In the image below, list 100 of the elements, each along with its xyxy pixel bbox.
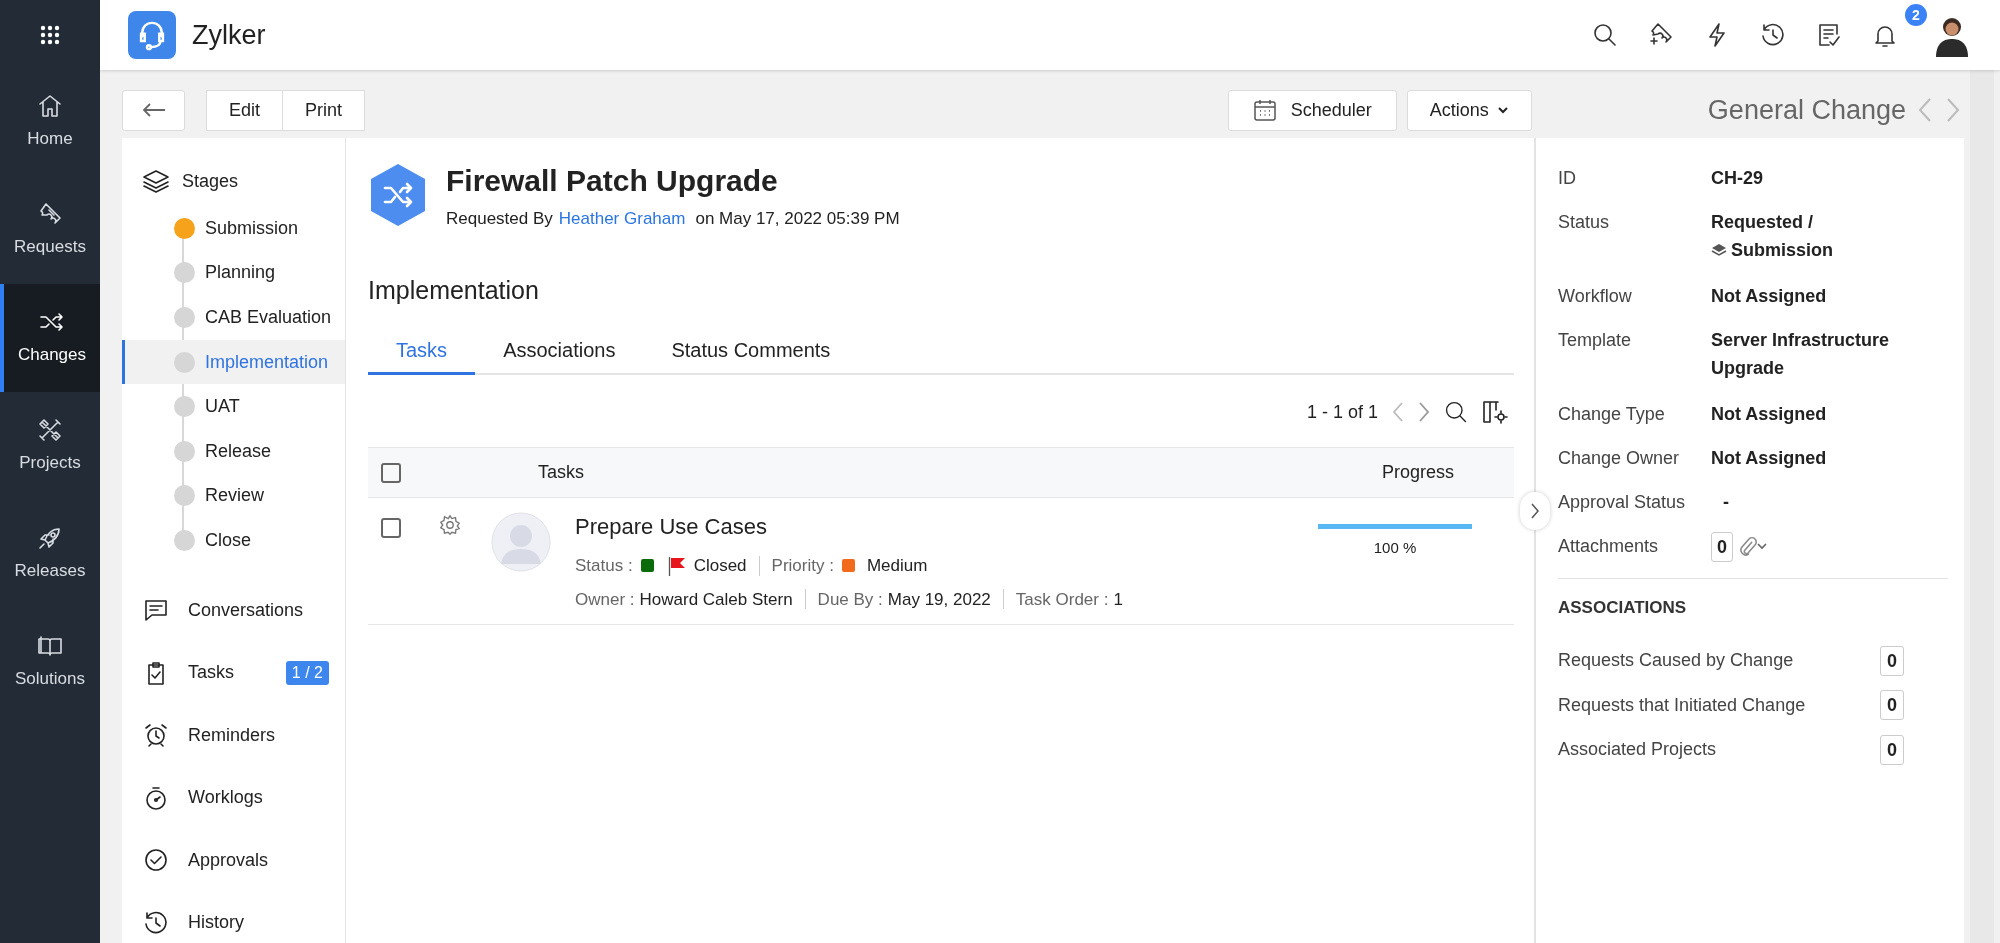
stage-item[interactable]: Planning xyxy=(122,250,345,296)
detail-value: Not Assigned xyxy=(1711,285,1828,308)
back-button[interactable] xyxy=(122,89,185,131)
due-label: Due By : xyxy=(817,588,883,611)
check-circle-icon xyxy=(142,846,170,874)
chevron-right-icon xyxy=(1530,502,1540,520)
layers-icon xyxy=(1711,243,1727,257)
next-page-button[interactable] xyxy=(1418,401,1430,423)
requested-by-label: Requested By xyxy=(446,208,553,230)
task-order-label: Task Order : xyxy=(1015,588,1109,611)
section-link[interactable]: Approvals xyxy=(122,828,345,892)
alarm-clock-icon xyxy=(142,721,170,749)
collapse-panel-button[interactable] xyxy=(1520,492,1550,530)
nav-item[interactable]: Projects xyxy=(0,392,100,500)
status-value: Closed xyxy=(693,555,747,577)
owner-label: Owner : xyxy=(575,588,635,611)
search-button[interactable] xyxy=(1444,400,1468,424)
section-link[interactable]: Tasks 1 / 2 xyxy=(122,641,345,704)
section-link[interactable]: Reminders xyxy=(122,703,345,767)
app-name: Zylker xyxy=(192,18,266,52)
task-order-value: 1 xyxy=(1113,588,1123,611)
search-icon xyxy=(1444,400,1468,424)
nav-item[interactable]: Home xyxy=(0,68,100,176)
detail-value: Not Assigned xyxy=(1711,447,1828,470)
shuffle-hexagon-icon xyxy=(368,162,428,228)
nav-item[interactable]: Requests xyxy=(0,176,100,284)
association-count[interactable]: 0 xyxy=(1880,735,1904,765)
avatar-placeholder-icon xyxy=(491,512,551,572)
detail-value: - xyxy=(1723,492,1729,512)
calendar-icon xyxy=(1252,98,1277,122)
column-header: Tasks xyxy=(538,461,584,484)
row-checkbox[interactable] xyxy=(381,518,401,538)
nav-item[interactable]: Changes xyxy=(0,284,100,392)
stage-item[interactable]: Close xyxy=(122,518,345,563)
back-arrow-icon xyxy=(141,102,166,118)
select-all-checkbox[interactable] xyxy=(381,462,401,483)
task-settings-button[interactable] xyxy=(439,514,461,536)
tab[interactable]: Status Comments xyxy=(643,327,859,375)
detail-value: Not Assigned xyxy=(1711,403,1828,426)
gear-icon xyxy=(439,514,461,536)
status-label: Status : xyxy=(575,555,633,577)
section-link[interactable]: Conversations xyxy=(122,578,345,642)
actions-button[interactable]: Actions xyxy=(1406,89,1532,131)
association-label: Associated Projects xyxy=(1558,738,1718,762)
detail-label: Status xyxy=(1558,211,1611,234)
count-badge: 1 / 2 xyxy=(285,660,329,685)
layers-icon xyxy=(142,169,170,193)
section-link[interactable]: Worklogs xyxy=(122,766,345,829)
toolbar-button[interactable]: Print xyxy=(283,89,366,131)
priority-value: Medium xyxy=(866,555,928,577)
column-settings-button[interactable] xyxy=(1482,400,1508,424)
chevron-left-icon xyxy=(1918,97,1932,123)
notification-badge: 2 xyxy=(1903,2,1929,28)
tab[interactable]: Associations xyxy=(475,327,644,375)
nav-item[interactable]: Releases xyxy=(0,500,100,608)
paperclip-icon xyxy=(1739,536,1757,556)
attach-button[interactable] xyxy=(1739,536,1767,556)
columns-gear-icon xyxy=(1482,400,1508,424)
stage-item[interactable]: Submission xyxy=(122,206,345,251)
nav-item[interactable]: Solutions xyxy=(0,608,100,716)
stage-item[interactable]: Review xyxy=(122,473,345,519)
detail-label: Template xyxy=(1558,329,1633,352)
chevron-right-icon xyxy=(1946,97,1960,123)
detail-value: Requested / xyxy=(1711,211,1815,234)
detail-label: ID xyxy=(1558,167,1577,190)
section-link[interactable]: History xyxy=(122,891,345,943)
owner-value: Howard Caleb Stern xyxy=(639,588,793,611)
detail-label: Attachments xyxy=(1558,535,1660,558)
detail-label: Approval Status xyxy=(1558,491,1687,514)
detail-label: Change Type xyxy=(1558,403,1666,426)
flag-icon xyxy=(667,555,686,576)
stage-heading: Implementation xyxy=(368,274,540,306)
requested-date: on May 17, 2022 05:39 PM xyxy=(695,208,900,230)
detail-stage: Submission xyxy=(1731,239,1833,262)
search-icon xyxy=(1591,21,1619,49)
detail-value: Server Infrastructure Upgrade xyxy=(1711,329,1891,380)
requester-link[interactable]: Heather Graham xyxy=(558,206,686,232)
stages-title: Stages xyxy=(182,169,239,193)
chevron-down-icon xyxy=(1757,542,1767,550)
stage-item[interactable]: UAT xyxy=(122,384,345,429)
associations-title: ASSOCIATIONS xyxy=(1558,597,1688,619)
scrollbar[interactable] xyxy=(1970,70,1994,943)
task-name[interactable]: Prepare Use Cases xyxy=(575,510,1318,543)
detail-value: CH-29 xyxy=(1711,167,1764,190)
stage-item[interactable]: Implementation xyxy=(122,339,345,385)
pagination-text: 1 - 1 of 1 xyxy=(1306,400,1378,424)
association-label: Requests that Initiated Change xyxy=(1558,693,1807,717)
tab[interactable]: Tasks xyxy=(368,327,476,375)
scheduler-button[interactable]: Scheduler xyxy=(1227,89,1397,131)
record-type: General Change xyxy=(1707,93,1906,127)
association-count[interactable]: 0 xyxy=(1880,645,1904,676)
stage-item[interactable]: CAB Evaluation xyxy=(122,295,345,340)
detail-label: Change Owner xyxy=(1558,447,1681,470)
detail-label: Workflow xyxy=(1558,285,1633,308)
column-header: Progress xyxy=(1381,461,1455,484)
toolbar-button[interactable]: Edit xyxy=(206,89,284,131)
association-count[interactable]: 0 xyxy=(1880,690,1904,721)
stage-item[interactable]: Release xyxy=(122,428,345,474)
priority-label: Priority : xyxy=(771,555,834,577)
chevron-left-icon xyxy=(1392,401,1404,423)
